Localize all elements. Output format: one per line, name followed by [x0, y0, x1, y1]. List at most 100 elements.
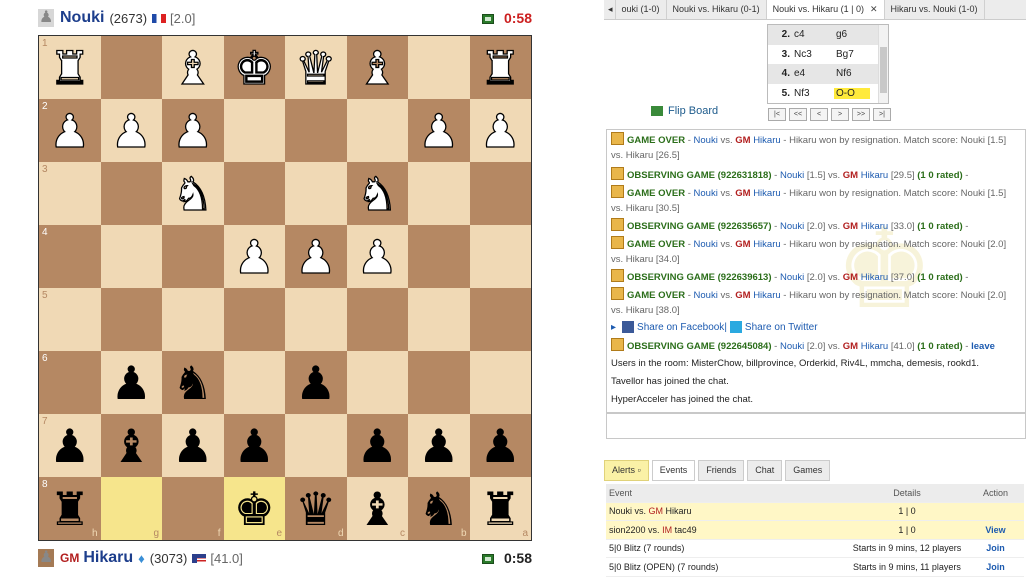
square-a4[interactable] — [469, 225, 531, 288]
white-rook-icon[interactable]: ♜ — [470, 36, 532, 99]
square-b4[interactable] — [408, 225, 470, 288]
table-row[interactable]: 5|0 Blitz (OPEN) (7 rounds) Starts in 9 m… — [606, 558, 1024, 577]
square-b7[interactable]: ♟ — [408, 414, 470, 477]
square-d2[interactable] — [285, 99, 347, 162]
move-list-scrollbar[interactable] — [878, 25, 888, 103]
white-pawn-icon[interactable]: ♟ — [101, 99, 163, 162]
square-e8[interactable]: e ♚ — [223, 477, 285, 540]
tab-scroll-left[interactable]: ◂ — [604, 0, 616, 19]
black-move[interactable]: Bg7 — [834, 49, 870, 60]
square-g5[interactable] — [100, 288, 162, 351]
white-pawn-icon[interactable]: ♟ — [285, 225, 347, 288]
square-c8[interactable]: c ♝ — [346, 477, 408, 540]
white-move[interactable]: Nf3 — [794, 88, 834, 99]
black-pawn-icon[interactable]: ♟ — [470, 414, 532, 477]
black-knight-icon[interactable]: ♞ — [408, 477, 470, 540]
black-knight-icon[interactable]: ♞ — [162, 351, 224, 414]
game-tab-1[interactable]: Nouki vs. Hikaru (0-1) — [667, 0, 767, 19]
square-h2[interactable]: 2 ♟ — [39, 99, 101, 162]
square-f1[interactable]: ♝ — [162, 36, 224, 99]
black-pawn-icon[interactable]: ♟ — [285, 351, 347, 414]
white-bishop-icon[interactable]: ♝ — [347, 36, 409, 99]
player-link[interactable]: Hikaru — [861, 341, 888, 352]
square-f7[interactable]: ♟ — [162, 414, 224, 477]
last-move-button[interactable]: >| — [873, 108, 891, 121]
square-f2[interactable]: ♟ — [162, 99, 224, 162]
leave-link[interactable]: leave — [971, 341, 995, 352]
top-player-name[interactable]: Nouki — [60, 9, 104, 27]
chat-input[interactable] — [606, 413, 1026, 439]
square-a8[interactable]: a ♜ — [469, 477, 532, 540]
white-knight-icon[interactable]: ♞ — [162, 162, 224, 225]
player-link[interactable]: Nouki — [780, 341, 804, 352]
avatar[interactable] — [38, 7, 54, 27]
move-list[interactable]: 2. c4 g6 3. Nc3 Bg7 4. e4 Nf6 5. Nf3 O-O — [767, 24, 889, 104]
tab-chat[interactable]: Chat — [747, 460, 783, 481]
white-pawn-icon[interactable]: ♟ — [162, 99, 224, 162]
white-rook-icon[interactable]: ♜ — [39, 36, 101, 99]
square-c5[interactable] — [346, 288, 408, 351]
avatar[interactable] — [38, 547, 54, 567]
table-row[interactable]: 5|0 Blitz (7 rounds) Starts in 9 mins, 12… — [606, 540, 1024, 558]
square-g3[interactable] — [100, 162, 162, 225]
square-h5[interactable]: 5 — [39, 288, 101, 351]
square-g8[interactable]: g — [100, 477, 162, 540]
tab-alerts[interactable]: Alerts ▫ — [604, 460, 649, 481]
square-c3[interactable]: ♞ — [346, 162, 408, 225]
square-d7[interactable] — [285, 414, 347, 477]
player-link[interactable]: Nouki — [780, 221, 804, 232]
white-bishop-icon[interactable]: ♝ — [162, 36, 224, 99]
player-link[interactable]: Hikaru — [861, 170, 888, 181]
tab-games[interactable]: Games — [785, 460, 831, 481]
next-move-button[interactable]: > — [831, 108, 849, 121]
black-rook-icon[interactable]: ♜ — [39, 477, 101, 540]
game-tab-0[interactable]: ouki (1-0) — [616, 0, 667, 19]
square-f3[interactable]: ♞ — [162, 162, 224, 225]
black-move[interactable]: O-O — [834, 87, 870, 99]
prev-move-button[interactable]: < — [810, 108, 828, 121]
white-move[interactable]: c4 — [794, 29, 834, 40]
player-link[interactable]: Hikaru — [861, 221, 888, 232]
square-g4[interactable] — [100, 225, 162, 288]
table-row[interactable]: Nouki vs. GM Hikaru 1 | 0 — [606, 502, 1024, 521]
square-g1[interactable] — [100, 36, 162, 99]
event-action[interactable]: Join — [967, 543, 1024, 553]
player-link[interactable]: Hikaru — [861, 272, 888, 283]
black-pawn-icon[interactable]: ♟ — [408, 414, 470, 477]
close-icon[interactable]: ✕ — [870, 4, 878, 14]
black-pawn-icon[interactable]: ♟ — [162, 414, 224, 477]
white-king-icon[interactable]: ♚ — [224, 36, 286, 99]
bottom-player-name[interactable]: Hikaru — [83, 549, 133, 567]
white-queen-icon[interactable]: ♛ — [285, 36, 347, 99]
player-link[interactable]: Nouki — [694, 188, 718, 199]
square-d4[interactable]: ♟ — [285, 225, 347, 288]
square-c2[interactable] — [346, 99, 408, 162]
square-h1[interactable]: 1 ♜ — [39, 36, 101, 99]
player-link[interactable]: Nouki — [780, 272, 804, 283]
player-link[interactable]: Nouki — [694, 135, 718, 146]
square-b2[interactable]: ♟ — [408, 99, 470, 162]
square-f6[interactable]: ♞ — [162, 351, 224, 414]
square-e6[interactable] — [223, 351, 285, 414]
square-a2[interactable]: ♟ — [469, 99, 531, 162]
back-many-button[interactable]: << — [789, 108, 807, 121]
square-d1[interactable]: ♛ — [285, 36, 347, 99]
share-facebook-link[interactable]: Share on Facebook — [637, 322, 724, 333]
square-b3[interactable] — [408, 162, 470, 225]
square-g7[interactable]: ♝ — [100, 414, 162, 477]
square-b6[interactable] — [408, 351, 470, 414]
square-b1[interactable] — [408, 36, 470, 99]
share-twitter-link[interactable]: Share on Twitter — [745, 322, 818, 333]
square-e1[interactable]: ♚ — [223, 36, 286, 99]
white-move[interactable]: Nc3 — [794, 49, 834, 60]
square-e3[interactable] — [223, 162, 285, 225]
square-b8[interactable]: b ♞ — [408, 477, 470, 540]
square-c7[interactable]: ♟ — [346, 414, 408, 477]
black-rook-icon[interactable]: ♜ — [470, 477, 532, 540]
chess-board[interactable]: 1 ♜ ♝ ♚ ♛ ♝ ♜ 2 ♟ ♟ ♟ ♟ ♟ 3 ♞ ♞ 4 ♟ ♟ ♟ 5 6 ♟ ♞ ♟ 7 ♟ ♝ ♟ ♟ ♟ ♟ ♟ 8 h ♜ g f e ♚… — [38, 35, 532, 541]
square-d8[interactable]: d ♛ — [285, 477, 347, 540]
player-link[interactable]: Hikaru — [753, 188, 780, 199]
black-queen-icon[interactable]: ♛ — [285, 477, 347, 540]
square-a3[interactable] — [469, 162, 531, 225]
white-move[interactable]: e4 — [794, 68, 834, 79]
